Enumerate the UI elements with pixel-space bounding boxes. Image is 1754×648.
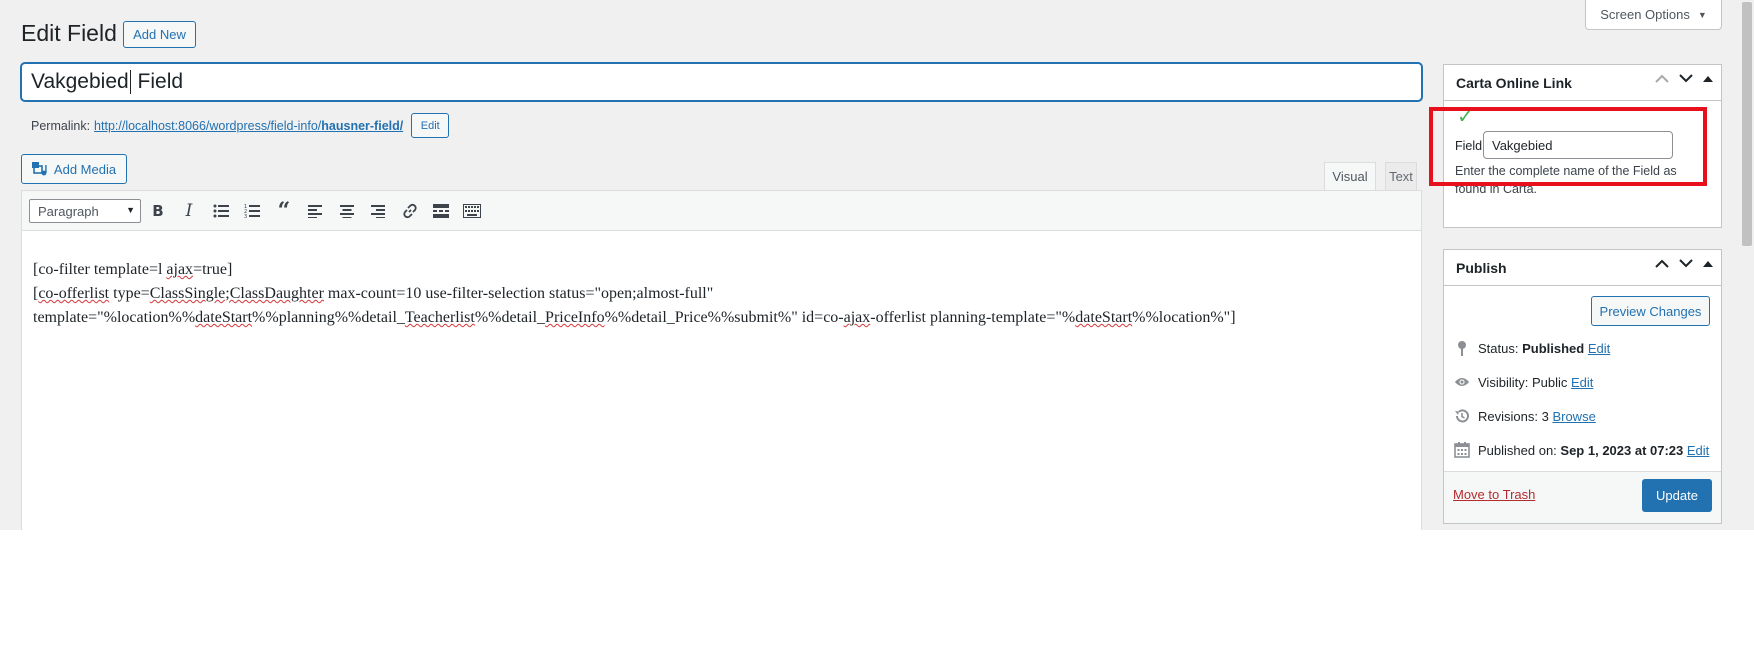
- editor-toolbar: Paragraph ▼ B I 123 “: [22, 191, 1421, 231]
- collapse-toggle-icon[interactable]: [1703, 260, 1713, 267]
- content-line-2: [co-offerlist type=ClassSingle;ClassDaug…: [33, 285, 714, 302]
- title-text-before-cursor: Vakgebied: [31, 70, 129, 93]
- toolbar-toggle-icon[interactable]: [460, 199, 484, 223]
- revisions-label: Revisions:: [1478, 408, 1538, 424]
- read-more-icon[interactable]: [429, 199, 453, 223]
- svg-text:3: 3: [244, 214, 247, 218]
- pin-icon: [1454, 340, 1470, 356]
- blockquote-icon[interactable]: “: [272, 198, 296, 224]
- status-edit-link[interactable]: Edit: [1588, 341, 1610, 356]
- link-icon[interactable]: [398, 199, 422, 223]
- scrollbar-thumb[interactable]: [1742, 2, 1752, 246]
- permalink-link[interactable]: http://localhost:8066/wordpress/field-in…: [94, 119, 403, 133]
- add-new-button[interactable]: Add New: [123, 21, 196, 48]
- permalink-edit-button[interactable]: Edit: [411, 113, 450, 138]
- content-line-3: template="%location%%dateStart%%planning…: [33, 309, 1236, 326]
- published-edit-link[interactable]: Edit: [1687, 443, 1709, 458]
- align-center-icon[interactable]: [335, 199, 359, 223]
- chevron-down-icon: ▼: [126, 205, 135, 215]
- caret-down-icon: ▼: [1697, 9, 1707, 20]
- carta-box-title: Carta Online Link: [1456, 74, 1572, 91]
- visibility-label: Visibility:: [1478, 374, 1529, 390]
- permalink-row: Permalink: http://localhost:8066/wordpre…: [31, 113, 450, 138]
- format-select-value: Paragraph: [38, 203, 99, 219]
- bullet-list-icon[interactable]: [209, 199, 233, 223]
- italic-icon[interactable]: I: [177, 199, 201, 223]
- editor-content[interactable]: [co-filter template=l ajax=true] [co-off…: [33, 258, 1401, 330]
- revisions-browse-link[interactable]: Browse: [1552, 409, 1595, 424]
- collapse-toggle-icon[interactable]: [1703, 75, 1713, 82]
- visibility-row: Visibility: Public Edit: [1454, 372, 1593, 392]
- status-label: Status:: [1478, 340, 1519, 356]
- move-to-trash-link[interactable]: Move to Trash: [1453, 487, 1535, 502]
- chevron-down-icon[interactable]: [1679, 74, 1693, 83]
- calendar-icon: [1454, 442, 1470, 458]
- text-cursor: [129, 70, 131, 94]
- publish-box-title: Publish: [1456, 259, 1507, 276]
- status-value: Published: [1522, 340, 1585, 356]
- title-text-after-cursor: Field: [131, 70, 184, 93]
- chevron-up-icon[interactable]: [1655, 74, 1669, 83]
- preview-changes-button[interactable]: Preview Changes: [1591, 296, 1710, 326]
- numbered-list-icon[interactable]: 123: [240, 199, 264, 223]
- update-button[interactable]: Update: [1642, 479, 1712, 512]
- carta-box-header: Carta Online Link: [1444, 65, 1721, 101]
- status-row: Status: Published Edit: [1454, 338, 1610, 358]
- revisions-row: Revisions: 3 Browse: [1454, 406, 1596, 426]
- highlight-box: [1429, 107, 1707, 186]
- content-line-1: [co-filter template=l ajax=true]: [33, 261, 233, 278]
- admin-area: Screen Options ▼ Edit Field Add New Vakg…: [0, 0, 1754, 530]
- publish-box-header: Publish: [1444, 250, 1721, 286]
- align-left-icon[interactable]: [303, 199, 327, 223]
- page-title: Edit Field: [21, 20, 117, 46]
- bold-icon[interactable]: B: [146, 199, 170, 223]
- add-media-label: Add Media: [53, 161, 117, 177]
- align-right-icon[interactable]: [366, 199, 390, 223]
- post-title-input[interactable]: Vakgebied Field: [21, 63, 1422, 101]
- media-icon: [31, 162, 48, 176]
- screen-options-label: Screen Options: [1600, 7, 1690, 22]
- add-media-button[interactable]: Add Media: [21, 154, 127, 184]
- chevron-down-icon[interactable]: [1679, 259, 1693, 268]
- published-value: Sep 1, 2023 at 07:23: [1560, 442, 1684, 458]
- visibility-edit-link[interactable]: Edit: [1571, 375, 1593, 390]
- visibility-value: Public: [1531, 374, 1568, 390]
- chevron-up-icon[interactable]: [1655, 259, 1669, 268]
- tab-visual[interactable]: Visual: [1324, 162, 1376, 190]
- format-select[interactable]: Paragraph ▼: [29, 199, 141, 223]
- tab-text[interactable]: Text: [1385, 162, 1417, 190]
- revisions-value: 3: [1541, 408, 1549, 424]
- scrollbar[interactable]: [1740, 0, 1754, 530]
- eye-icon: [1454, 374, 1470, 390]
- history-icon: [1454, 408, 1470, 424]
- content-editor[interactable]: Paragraph ▼ B I 123 “ [co-filter templat…: [21, 190, 1422, 530]
- permalink-label: Permalink:: [31, 118, 91, 133]
- screen-options-button[interactable]: Screen Options ▼: [1585, 0, 1722, 30]
- published-on-row: Published on: Sep 1, 2023 at 07:23 Edit: [1454, 440, 1709, 460]
- published-label: Published on:: [1478, 442, 1557, 458]
